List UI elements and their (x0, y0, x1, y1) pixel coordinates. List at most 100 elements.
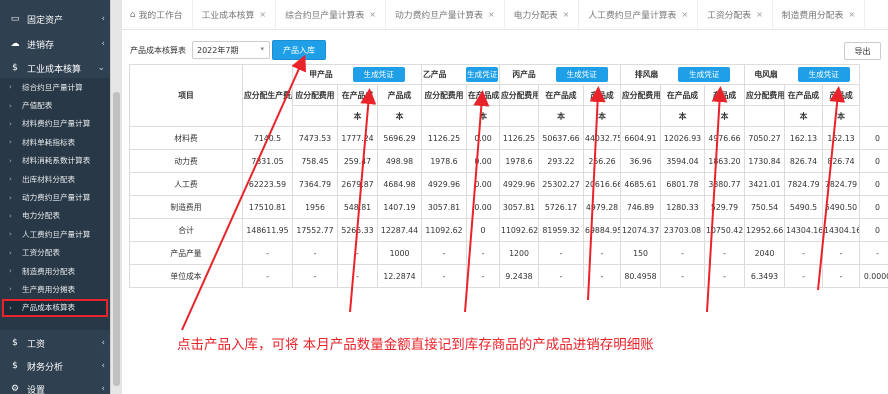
submenu-item-label: 材料单耗指标表 (22, 137, 76, 147)
table-cell: 148611.95 (242, 218, 293, 242)
table-cell: 2679.87 (337, 172, 378, 196)
sidebar-item-settings[interactable]: ⚙ 设置 ‹ (0, 378, 110, 394)
generate-voucher-button[interactable]: 生成凭证 (466, 67, 499, 82)
product-stock-in-button[interactable]: 产品入库 (272, 40, 326, 60)
table-cell: - (292, 241, 338, 265)
sub-header-suffix: 本 (822, 105, 861, 127)
product-group-header: 排风扇 生成凭证 (620, 64, 746, 85)
submenu-item[interactable]: › 产值配表 (0, 96, 110, 114)
sub-header: 在产品成 (465, 84, 501, 106)
table-cell: 23703.08 (660, 218, 706, 242)
dollar-icon: $ (12, 63, 18, 73)
close-icon[interactable]: × (848, 10, 855, 19)
chevron-right-icon: › (9, 193, 12, 202)
submenu-item-label: 生产费用分摊表 (22, 284, 76, 294)
submenu-item[interactable]: › 生产费用分摊表 (0, 280, 110, 298)
submenu-item[interactable]: › 综合约旦产量计算 (0, 78, 110, 96)
scrollbar-thumb[interactable] (113, 92, 120, 386)
tab-power-output[interactable]: 动力费约旦产量计算表 × (386, 0, 505, 29)
sub-header-suffix (292, 105, 338, 127)
sub-header: 产品成 (583, 84, 622, 106)
submenu-item[interactable]: › 出库材料分配表 (0, 170, 110, 188)
chevron-left-icon: ‹ (101, 338, 105, 348)
table-cell: 746.89 (620, 195, 662, 219)
sub-header: 产品成 (377, 84, 422, 106)
export-button[interactable]: 导出 (844, 42, 881, 60)
sub-header-suffix: 本 (538, 105, 585, 127)
table-cell: 0.00 (465, 195, 501, 219)
sidebar-scrollbar[interactable] (110, 0, 122, 394)
close-icon[interactable]: × (259, 10, 266, 19)
submenu-item[interactable]: › 工资分配表 (0, 244, 110, 262)
submenu-item-product-cost-active[interactable]: › 产品成本核算表 (2, 298, 108, 318)
table-cell: 1978.6 (421, 149, 467, 173)
generate-voucher-button[interactable]: 生成凭证 (555, 67, 608, 82)
tab-industrial-cost[interactable]: 工业成本核算 × (193, 0, 277, 29)
table-cell: 2040 (744, 241, 786, 265)
sub-header: 应分配费用 (292, 84, 338, 106)
close-icon[interactable]: × (563, 10, 570, 19)
chevron-right-icon: › (9, 101, 12, 110)
tab-salary-allocation[interactable]: 工资分配表 × (698, 0, 773, 29)
submenu-item[interactable]: › 材料单耗指标表 (0, 133, 110, 151)
sidebar-item-label: 固定资产 (27, 15, 64, 26)
sub-header: 在产品成 (337, 84, 378, 106)
table-cell: 1863.20 (704, 149, 746, 173)
tab-dashboard[interactable]: ⌂ 我的工作台 (122, 0, 193, 29)
submenu-item[interactable]: › 电力分配表 (0, 207, 110, 225)
submenu-item[interactable]: › 人工费约旦产量计算 (0, 225, 110, 243)
submenu-item-label: 人工费约旦产量计算 (22, 229, 91, 239)
product-group-header: 甲产品 生成凭证 (292, 64, 422, 85)
submenu-item[interactable]: › 动力费约旦产量计算 (0, 188, 110, 206)
table-cell: 0.00 (465, 126, 501, 150)
table-cell: 1407.19 (377, 195, 422, 219)
sub-header-suffix (421, 105, 467, 127)
tab-manufacturing-cost[interactable]: 制造费用分配表 × (773, 0, 866, 29)
sub-header: 在产品成 (660, 84, 706, 106)
close-icon[interactable]: × (756, 10, 763, 19)
sidebar-item-financial-analysis[interactable]: $ 财务分析 ‹ (0, 355, 110, 377)
table-cell: 17552.77 (292, 218, 338, 242)
close-icon[interactable]: × (488, 10, 495, 19)
generate-voucher-button[interactable]: 生成凭证 (797, 67, 850, 82)
submenu-item[interactable]: › 制造费用分配表 (0, 262, 110, 280)
table-cell: 498.98 (377, 149, 422, 173)
generate-voucher-button[interactable]: 生成凭证 (352, 67, 405, 82)
sub-header: 在产品成 (784, 84, 824, 106)
submenu-item[interactable]: › 材料费约旦产量计算 (0, 115, 110, 133)
sub-header-suffix (499, 105, 540, 127)
table-cell: 44032.75 (583, 126, 622, 150)
table-cell: 0 (859, 172, 888, 196)
table-cell: 17510.81 (242, 195, 293, 219)
tab-composite-output[interactable]: 综合约旦产量计算表 × (276, 0, 386, 29)
close-icon[interactable]: × (681, 10, 688, 19)
sidebar-item-salary[interactable]: $ 工资 ‹ (0, 332, 110, 354)
table-row: 制造费用 17510.81 1956 548.81 1407.19 3057.81 0.00… (129, 195, 888, 219)
submenu-item[interactable]: › 材料消耗系数计算表 (0, 152, 110, 170)
table-cell: 548.81 (337, 195, 378, 219)
table-cell: 1126.25 (499, 126, 540, 150)
row-label: 制造费用 (129, 195, 243, 219)
chevron-down-icon: ⌄ (97, 63, 105, 73)
chevron-right-icon: › (9, 303, 12, 312)
sidebar-item-fixed-assets[interactable]: ▭ 固定资产 ‹ (0, 8, 110, 30)
table-cell: 150 (620, 241, 662, 265)
sub-header-suffix: 本 (337, 105, 378, 127)
close-icon[interactable]: × (369, 10, 376, 19)
tab-label: 电力分配表 (513, 11, 558, 21)
submenu-item-label: 动力费约旦产量计算 (22, 193, 91, 203)
tab-electricity[interactable]: 电力分配表 × (505, 0, 580, 29)
dollar-icon: $ (12, 361, 18, 371)
generate-voucher-button[interactable]: 生成凭证 (678, 67, 731, 82)
sidebar-item-inventory[interactable]: ☁ 进销存 ‹ (0, 33, 110, 55)
sidebar-item-industrial-cost[interactable]: $ 工业成本核算 ⌄ (0, 57, 110, 79)
tab-labor-output[interactable]: 人工费约旦产量计算表 × (579, 0, 699, 29)
sub-header: 应分配费用 (421, 84, 467, 106)
submenu-item-label: 制造费用分配表 (22, 266, 76, 276)
sidebar-item-label: 设置 (27, 385, 46, 394)
table-row: 合计 148611.95 17552.77 5265.33 12287.44 11092.… (129, 218, 888, 242)
product-name: 电风扇 (754, 70, 778, 79)
tab-label: 动力费约旦产量计算表 (394, 11, 483, 21)
period-select[interactable]: 2022年7期 ▾ (192, 41, 270, 59)
table-cell: 7473.53 (292, 126, 338, 150)
